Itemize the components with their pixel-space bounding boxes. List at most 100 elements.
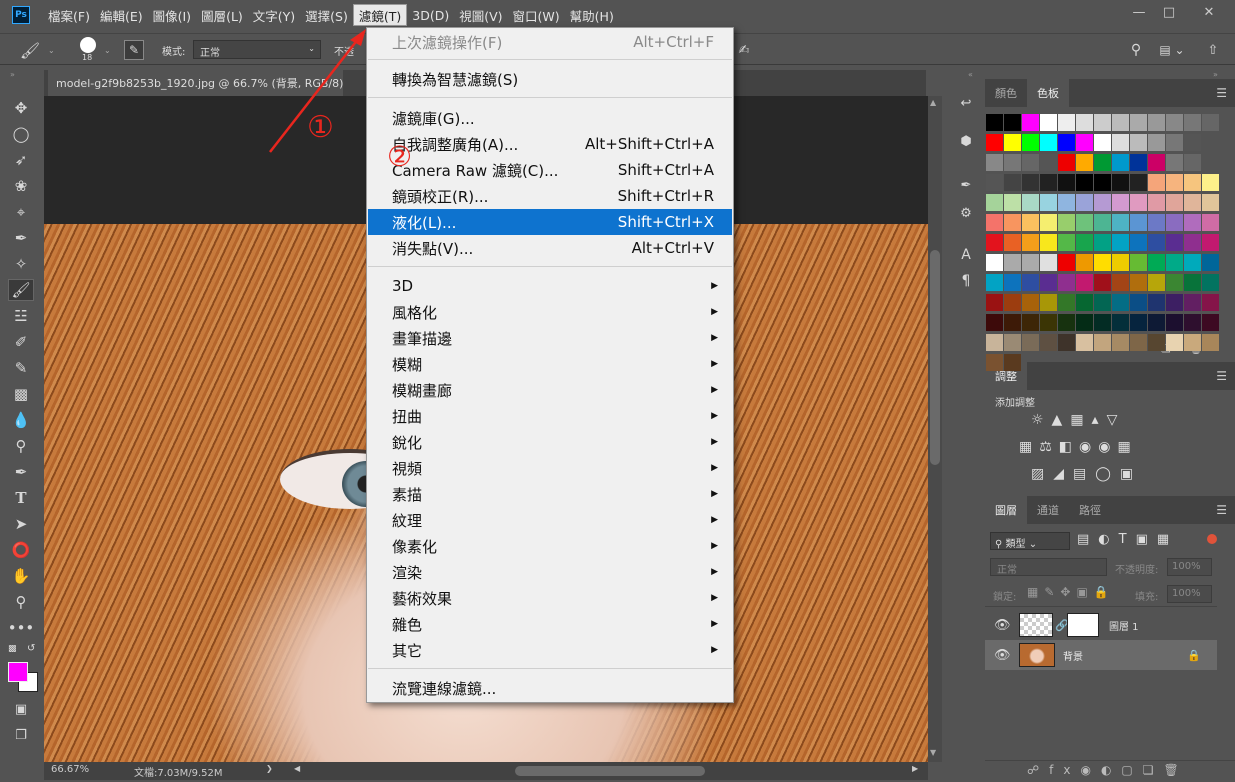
color-swatch[interactable] [1040,114,1057,131]
color-swatch[interactable] [1058,234,1075,251]
color-swatch[interactable] [1184,334,1201,351]
color-swatch[interactable] [1058,334,1075,351]
color-swatch[interactable] [1112,154,1129,171]
color-swatch[interactable] [1022,214,1039,231]
color-swatch[interactable] [1022,234,1039,251]
color-swatch[interactable] [1076,174,1093,191]
color-swatch[interactable] [1148,314,1165,331]
lock-icons[interactable]: ▦✎✥▣🔒 [1027,585,1115,599]
layer-name[interactable]: 圖層 1 [1109,618,1139,633]
color-swatch[interactable] [1094,214,1111,231]
menu-item-camera-raw[interactable]: Camera Raw 濾鏡(C)... Shift+Ctrl+A [368,157,732,183]
color-swatch[interactable] [1094,114,1111,131]
color-swatch[interactable] [1058,194,1075,211]
color-swatch[interactable] [1040,314,1057,331]
color-swatch[interactable] [1202,194,1219,211]
color-swatch[interactable] [1166,114,1183,131]
color-swatch[interactable] [1040,234,1057,251]
adjustment-icons-row-2[interactable]: ▦⚖◧◉◉▦ [1019,439,1179,455]
color-swatch[interactable] [1040,154,1057,171]
color-swatch[interactable] [1166,234,1183,251]
color-swatch[interactable] [1004,194,1021,211]
submenu-other[interactable]: 其它 ▶ [368,637,732,663]
color-swatch[interactable] [1184,174,1201,191]
menu-item-vanishing-point[interactable]: 消失點(V)... Alt+Ctrl+V [368,235,732,261]
color-swatch[interactable] [1112,174,1129,191]
color-swatch[interactable] [1094,194,1111,211]
color-swatch[interactable] [1040,334,1057,351]
color-swatch[interactable] [1112,334,1129,351]
color-swatch[interactable] [1202,234,1219,251]
submenu-artistic[interactable]: 藝術效果 ▶ [368,585,732,611]
color-swatch[interactable] [1166,254,1183,271]
color-swatch[interactable] [1058,314,1075,331]
color-swatch[interactable] [1076,234,1093,251]
color-swatch[interactable] [1130,254,1147,271]
menu-item-adaptive-wide-angle[interactable]: 自我調整廣角(A)... Alt+Shift+Ctrl+A [368,131,732,157]
menu-item-smart-filter[interactable]: 轉換為智慧濾鏡(S) [368,66,732,92]
submenu-brush-strokes[interactable]: 畫筆描邊 ▶ [368,325,732,351]
color-swatch[interactable] [986,194,1003,211]
color-swatch[interactable] [1202,314,1219,331]
submenu-video[interactable]: 視頻 ▶ [368,455,732,481]
color-swatch[interactable] [1148,174,1165,191]
color-swatch[interactable] [1004,274,1021,291]
color-swatch[interactable] [1040,194,1057,211]
tab-channels[interactable]: 通道 [1027,496,1069,524]
color-swatch[interactable] [1202,294,1219,311]
filter-toggle-icon[interactable] [1207,534,1217,544]
color-swatch[interactable] [1076,334,1093,351]
color-swatch[interactable] [1148,234,1165,251]
eye-icon[interactable]: 👁 [994,618,1011,633]
color-swatch[interactable] [1004,354,1021,371]
color-swatch[interactable] [1058,254,1075,271]
menu-item-browse-online[interactable]: 流覽連線濾鏡... [368,675,732,701]
layer-filter-icons[interactable]: ▤◐T▣▦ [1077,532,1217,547]
color-swatch[interactable] [1022,314,1039,331]
color-swatch[interactable] [1022,254,1039,271]
opacity-input[interactable]: 100% [1167,558,1212,576]
color-swatch[interactable] [1166,154,1183,171]
color-swatch[interactable] [1166,294,1183,311]
color-swatch[interactable] [1076,194,1093,211]
color-swatch[interactable] [1112,294,1129,311]
layer-mask-thumbnail[interactable] [1067,613,1099,637]
eye-icon[interactable]: 👁 [994,648,1011,663]
submenu-blur[interactable]: 模糊 ▶ [368,351,732,377]
color-swatch[interactable] [1004,254,1021,271]
color-swatch[interactable] [1004,294,1021,311]
color-swatch[interactable] [1022,194,1039,211]
tab-color[interactable]: 顏色 [985,79,1027,107]
blend-mode-select[interactable]: 正常 [990,558,1107,576]
submenu-texture[interactable]: 紋理 ▶ [368,507,732,533]
color-swatch[interactable] [1040,174,1057,191]
color-swatch[interactable] [1130,214,1147,231]
color-swatch[interactable] [1166,174,1183,191]
color-swatch[interactable] [1112,254,1129,271]
panel-menu-icon[interactable]: ☰ [1216,369,1227,383]
color-swatch[interactable] [1130,194,1147,211]
color-swatch[interactable] [1184,234,1201,251]
color-swatch[interactable] [986,174,1003,191]
color-swatch[interactable] [1022,294,1039,311]
color-swatch[interactable] [1022,134,1039,151]
color-swatch[interactable] [1184,314,1201,331]
color-swatch[interactable] [1202,214,1219,231]
color-swatch[interactable] [1094,274,1111,291]
color-swatch[interactable] [1094,294,1111,311]
submenu-stylize[interactable]: 風格化 ▶ [368,299,732,325]
adjustment-icons-row-3[interactable]: ▨◢▤◯▣ [1031,466,1161,482]
layer-name[interactable]: 背景 [1063,648,1083,663]
color-swatch[interactable] [1166,334,1183,351]
color-swatch[interactable] [1184,194,1201,211]
color-swatch[interactable] [1022,334,1039,351]
color-swatch[interactable] [1040,294,1057,311]
color-swatch[interactable] [1094,174,1111,191]
color-swatch[interactable] [1112,314,1129,331]
color-swatch[interactable] [1148,194,1165,211]
color-swatch[interactable] [1076,254,1093,271]
color-swatch[interactable] [1148,254,1165,271]
color-swatch[interactable] [1004,154,1021,171]
menu-item-liquify[interactable]: 液化(L)... Shift+Ctrl+X [368,209,732,235]
color-swatch[interactable] [1130,114,1147,131]
